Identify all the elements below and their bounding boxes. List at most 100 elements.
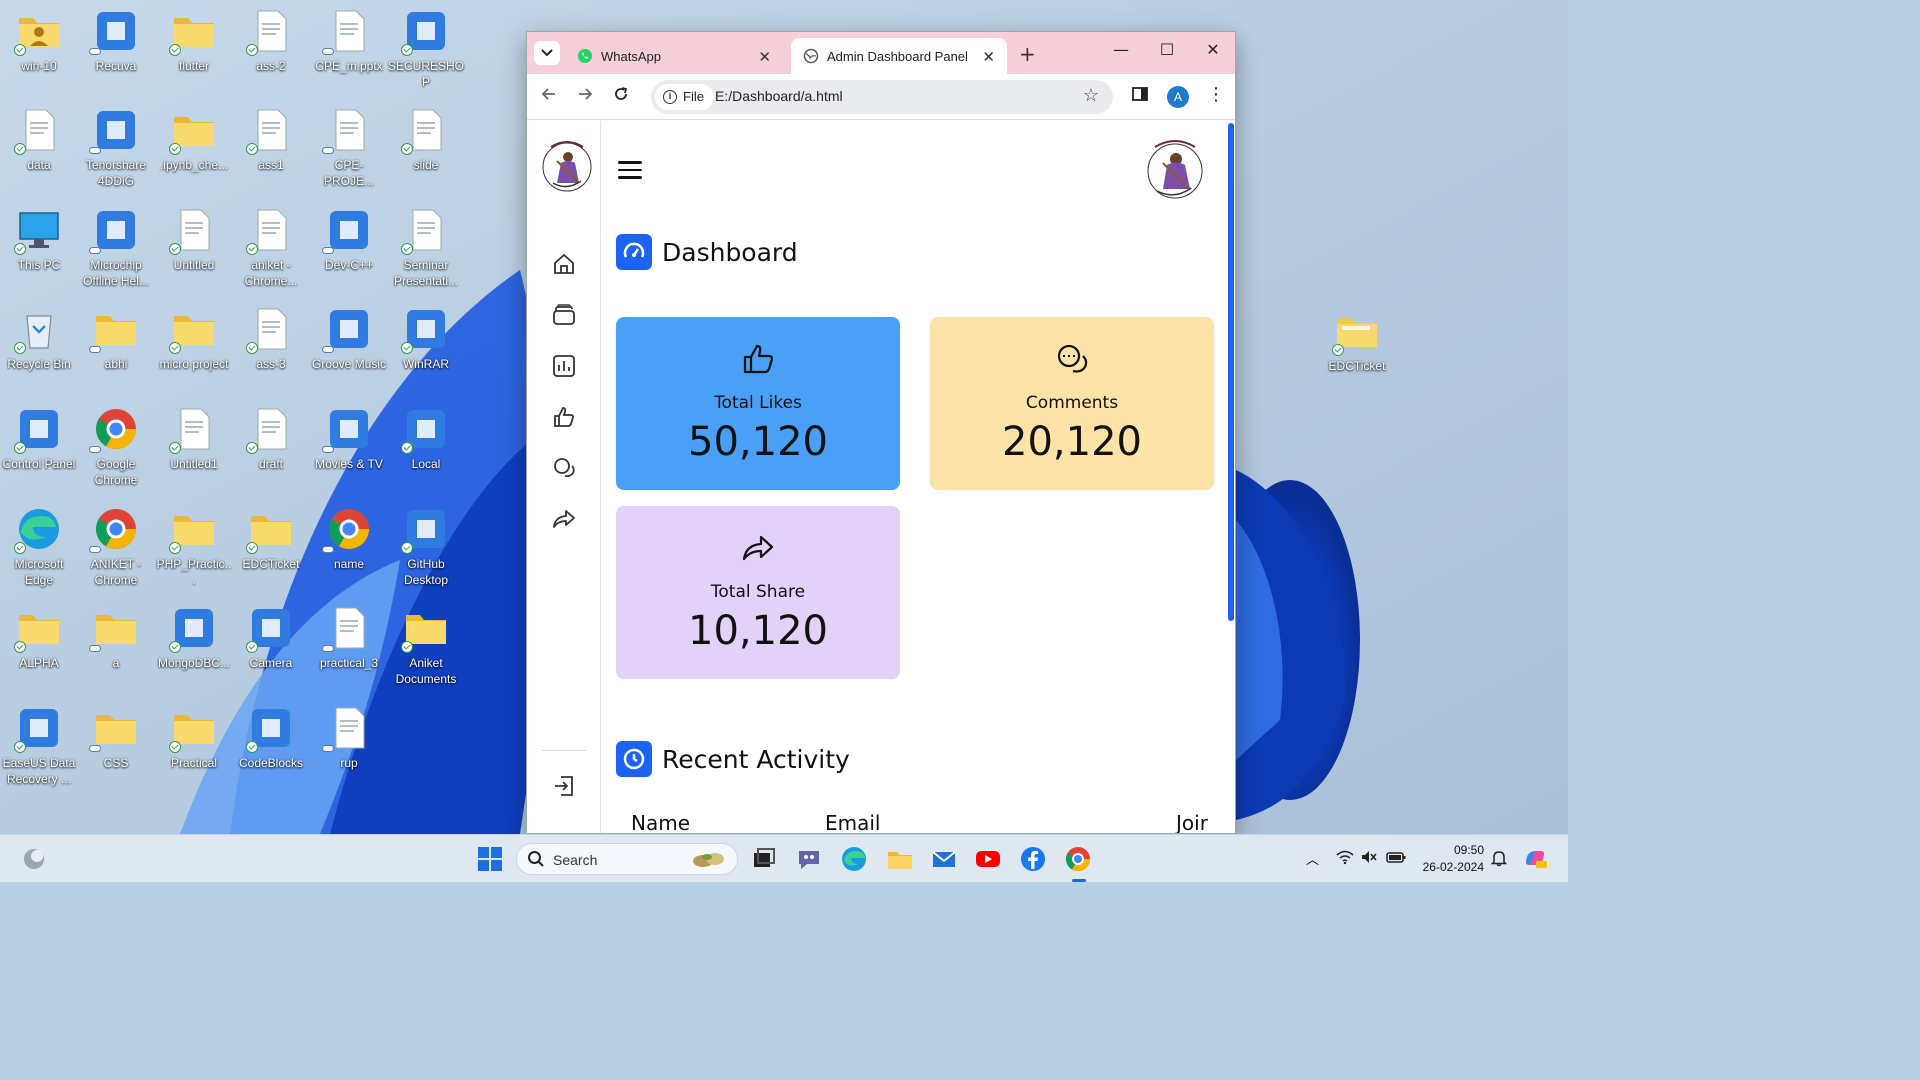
tab-admin-dashboard[interactable]: Admin Dashboard Panel ✕ [791, 38, 1007, 74]
desktop-icon[interactable]: CPE-PROJE... [310, 107, 388, 189]
chrome-icon[interactable] [1064, 845, 1092, 873]
page-scrollbar[interactable] [1227, 121, 1235, 833]
system-clock[interactable]: 09:50 26-02-2024 [1412, 842, 1484, 876]
desktop-icon[interactable]: CSS [77, 705, 155, 771]
desktop-icon[interactable]: Tenorshare 4DDiG [77, 107, 155, 189]
address-bar[interactable]: i File E:/Dashboard/a.html ☆ [651, 80, 1113, 114]
desktop-icon[interactable]: EDCTicket [232, 506, 310, 572]
reload-button[interactable] [613, 86, 629, 107]
desktop-icon[interactable]: Local [387, 406, 465, 472]
cloud-status-icon [89, 247, 101, 254]
tab-whatsapp[interactable]: WhatsApp ✕ [565, 38, 783, 74]
desktop-icon[interactable]: rup [310, 705, 388, 771]
desktop-icon[interactable]: GitHub Desktop [387, 506, 465, 588]
desktop-icon[interactable]: Aniket Documents [387, 605, 465, 687]
desktop-icon[interactable]: Microchip Offline Hel... [77, 207, 155, 289]
desktop-icon[interactable]: Practical [155, 705, 233, 771]
desktop-icon[interactable]: Movies & TV [310, 406, 388, 472]
desktop-icon[interactable]: a [77, 605, 155, 671]
home-icon[interactable] [551, 251, 577, 277]
desktop-icon[interactable]: Recycle Bin [0, 306, 78, 372]
site-info-chip[interactable]: i File [655, 84, 714, 110]
desktop-icon[interactable]: win-10 [0, 8, 78, 74]
desktop-app-icon [169, 506, 217, 554]
desktop-icon[interactable]: micro project [155, 306, 233, 372]
desktop-icon-label: .ipynb_che... [159, 158, 229, 172]
desktop-icon[interactable]: PHP_Practic... [155, 506, 233, 588]
window-close-button[interactable]: ✕ [1201, 40, 1225, 59]
desktop-icon[interactable]: CPE_m.pptx [310, 8, 388, 74]
desktop-icon[interactable]: This PC [0, 207, 78, 273]
desktop-icon[interactable]: Camera [232, 605, 310, 671]
desktop-icon[interactable]: SECURESHOP [387, 8, 465, 90]
desktop-app-icon [169, 207, 217, 255]
desktop-icon[interactable]: Control Panel [0, 406, 78, 472]
close-icon[interactable]: ✕ [758, 48, 771, 66]
speaker-muted-icon[interactable] [1360, 849, 1378, 865]
hamburger-menu-icon[interactable] [618, 161, 642, 179]
desktop-icon[interactable]: EaseUS Data Recovery ... [0, 705, 78, 787]
widgets-icon[interactable] [20, 845, 48, 873]
minimize-button[interactable]: — [1109, 40, 1133, 59]
desktop-icon[interactable]: WinRAR [387, 306, 465, 372]
taskbar-search[interactable]: Search [516, 843, 738, 875]
copilot-icon[interactable] [1522, 845, 1548, 871]
edge-icon[interactable] [840, 845, 868, 873]
chevron-up-icon[interactable]: ︿ [1306, 849, 1319, 868]
notification-bell-icon[interactable] [1490, 849, 1508, 867]
teams-chat-icon[interactable] [795, 845, 823, 873]
facebook-icon[interactable] [1019, 845, 1047, 873]
desktop-icon[interactable]: data [0, 107, 78, 173]
battery-icon[interactable] [1386, 849, 1406, 865]
desktop-icon[interactable]: .ipynb_che... [155, 107, 233, 173]
tab-search-button[interactable] [534, 41, 560, 65]
likes-icon[interactable] [551, 404, 577, 430]
logout-icon[interactable] [551, 773, 577, 799]
analytics-icon[interactable] [551, 353, 577, 379]
files-icon[interactable] [551, 302, 577, 328]
desktop-icon[interactable]: practical_3 [310, 605, 388, 671]
desktop-icon[interactable]: name [310, 506, 388, 572]
scrollbar-thumb[interactable] [1228, 123, 1234, 621]
menu-kebab-icon[interactable]: ⋮ [1207, 84, 1225, 105]
url-text[interactable]: E:/Dashboard/a.html [715, 88, 843, 104]
share-icon[interactable] [551, 506, 577, 532]
desktop-icon[interactable]: abhi [77, 306, 155, 372]
desktop-icon[interactable]: Dev-C++ [310, 207, 388, 273]
sync-status-icon [169, 542, 181, 554]
youtube-icon[interactable] [974, 845, 1002, 873]
profile-avatar[interactable]: A [1167, 86, 1189, 108]
forward-button[interactable] [577, 86, 593, 107]
desktop-icon-edcticket-right[interactable]: EDCTicket [1318, 308, 1396, 374]
side-panel-icon[interactable] [1131, 85, 1149, 107]
task-view-icon[interactable] [750, 845, 778, 873]
desktop-icon[interactable]: Untitled [155, 207, 233, 273]
desktop-icon[interactable]: ALPHA [0, 605, 78, 671]
file-explorer-icon[interactable] [886, 845, 914, 873]
desktop-icon[interactable]: ass1 [232, 107, 310, 173]
mail-icon[interactable] [930, 845, 958, 873]
desktop-icon[interactable]: ass-3 [232, 306, 310, 372]
comments-icon[interactable] [551, 455, 577, 481]
wifi-icon[interactable] [1336, 849, 1354, 865]
desktop-icon[interactable]: Microsoft Edge [0, 506, 78, 588]
desktop-icon[interactable]: flutter [155, 8, 233, 74]
new-tab-button[interactable]: + [1019, 42, 1036, 66]
bookmark-star-icon[interactable]: ☆ [1083, 85, 1099, 106]
back-button[interactable] [541, 86, 557, 107]
desktop-icon[interactable]: CodeBlocks [232, 705, 310, 771]
desktop-icon[interactable]: Groove Music [310, 306, 388, 372]
desktop-icon[interactable]: draft [232, 406, 310, 472]
desktop-icon[interactable]: Google Chrome [77, 406, 155, 488]
maximize-button[interactable]: ☐ [1155, 40, 1179, 59]
desktop-icon[interactable]: ANIKET - Chrome [77, 506, 155, 588]
desktop-icon[interactable]: MongoDBC... [155, 605, 233, 671]
desktop-icon[interactable]: aniket - Chrome... [232, 207, 310, 289]
close-icon[interactable]: ✕ [982, 48, 995, 66]
desktop-icon[interactable]: ass-2 [232, 8, 310, 74]
desktop-icon[interactable]: Recuva [77, 8, 155, 74]
windows-start-icon[interactable] [476, 845, 504, 873]
desktop-icon[interactable]: Seminar Presentati... [387, 207, 465, 289]
desktop-icon[interactable]: Untitled1 [155, 406, 233, 472]
desktop-icon[interactable]: slide [387, 107, 465, 173]
